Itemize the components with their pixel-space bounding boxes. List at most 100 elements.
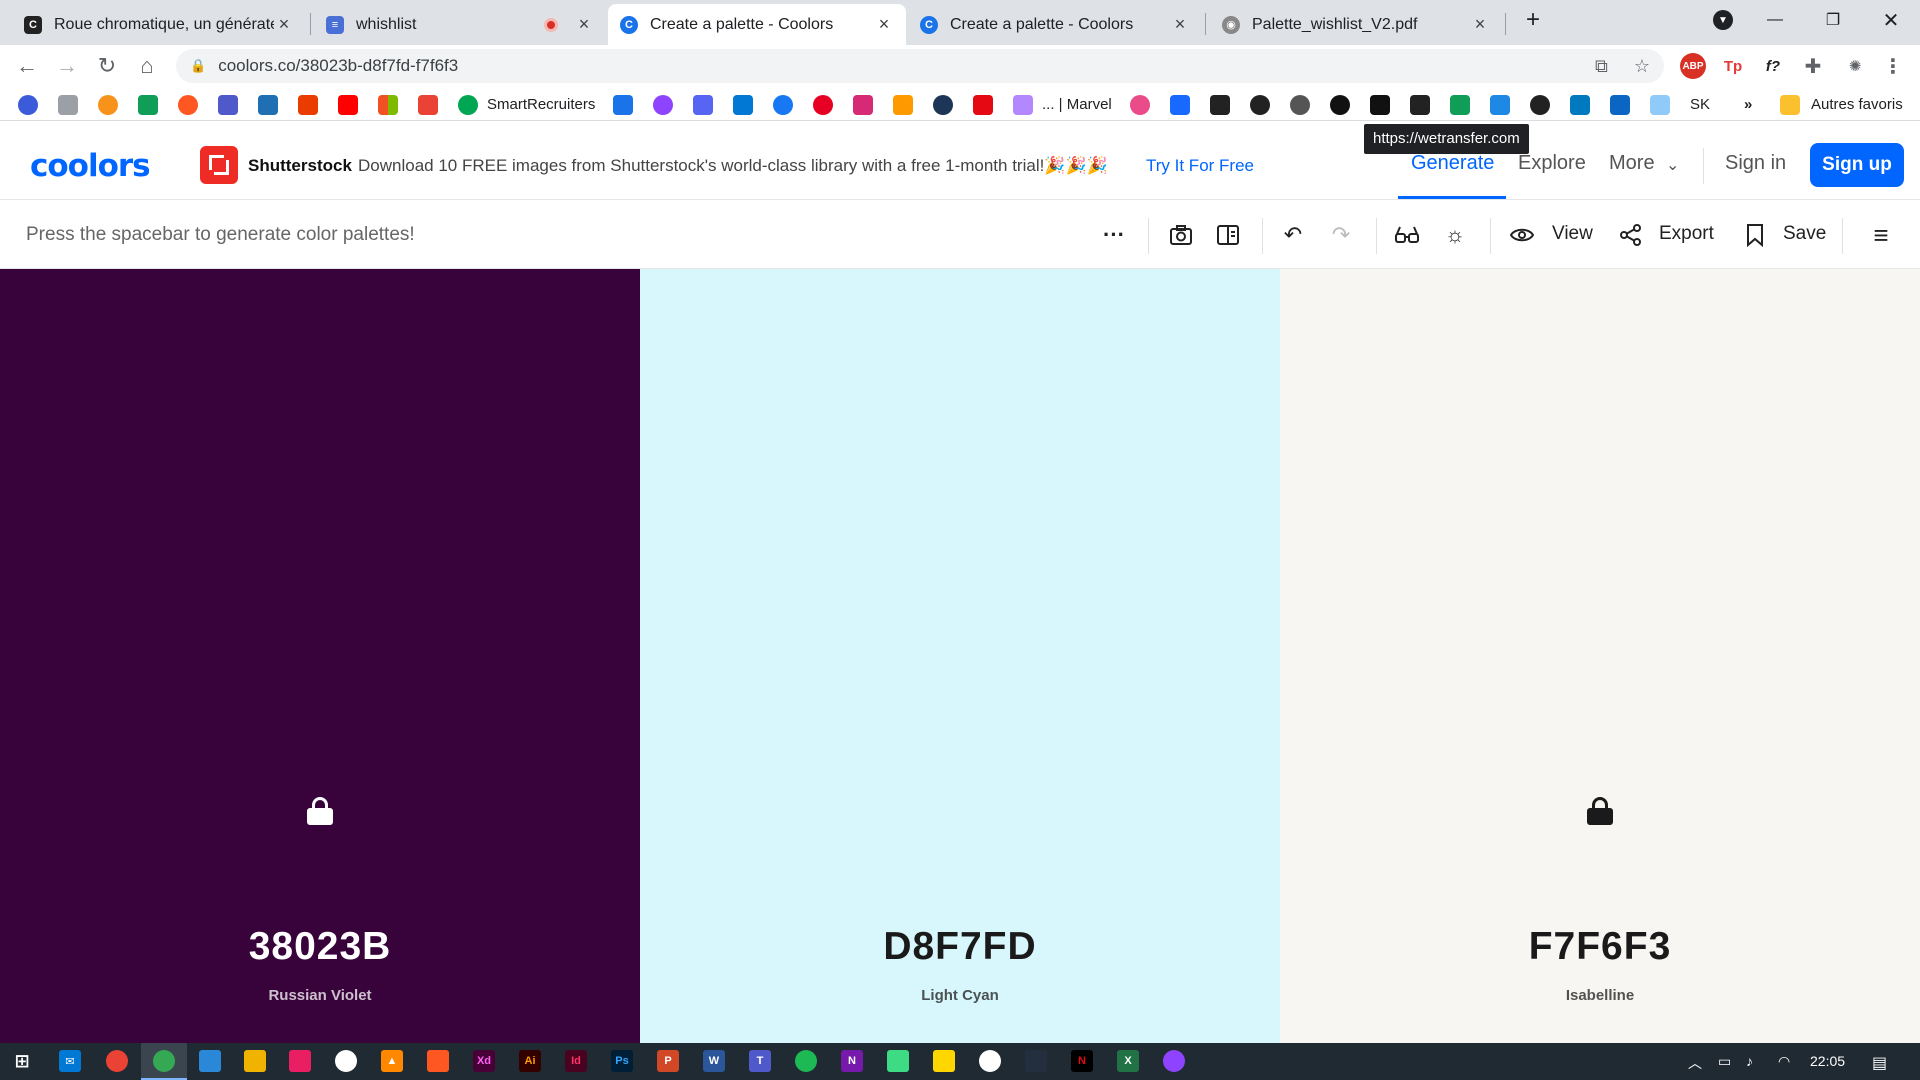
chevron-down-icon[interactable]: ⌄ — [1666, 155, 1679, 175]
excel-icon[interactable]: X — [1117, 1050, 1139, 1072]
linkedin-icon[interactable] — [1610, 95, 1630, 115]
nav-more[interactable]: More — [1609, 152, 1655, 175]
bookmark-sk[interactable]: SK — [1690, 96, 1710, 113]
office-icon[interactable] — [298, 95, 318, 115]
app-icon[interactable] — [887, 1050, 909, 1072]
nav-generate[interactable]: Generate — [1411, 152, 1494, 175]
undo-icon[interactable]: ↶ — [1278, 220, 1308, 250]
pinterest-icon[interactable] — [813, 95, 833, 115]
dribbble-icon[interactable] — [1130, 95, 1150, 115]
share-icon[interactable] — [1616, 220, 1646, 250]
smartrecruiters-icon[interactable] — [458, 95, 478, 115]
chrome-icon[interactable] — [106, 1050, 128, 1072]
sign-in-link[interactable]: Sign in — [1725, 152, 1786, 175]
bookmark-icon[interactable] — [1410, 95, 1430, 115]
brightness-icon[interactable]: ☼ — [1440, 220, 1470, 250]
camera-icon[interactable] — [1166, 220, 1196, 250]
notifications-icon[interactable]: ▤ — [1872, 1053, 1887, 1073]
instagram-icon[interactable] — [853, 95, 873, 115]
behance-icon[interactable] — [1170, 95, 1190, 115]
etu-icon[interactable] — [1370, 95, 1390, 115]
hex-code[interactable]: F7F6F3 — [1280, 925, 1920, 969]
close-icon[interactable]: × — [274, 14, 294, 35]
nav-explore[interactable]: Explore — [1518, 152, 1586, 175]
amazon-icon[interactable] — [893, 95, 913, 115]
bitcoin-icon[interactable] — [98, 95, 118, 115]
play-icon[interactable] — [933, 95, 953, 115]
browser-tab-active[interactable]: C Create a palette - Coolors × — [608, 4, 906, 45]
promo-cta-link[interactable]: Try It For Free — [1146, 156, 1254, 176]
illustrator-icon[interactable]: Ai — [519, 1050, 541, 1072]
browser-tab[interactable]: C Create a palette - Coolors × — [908, 4, 1202, 45]
app-icon[interactable] — [199, 1050, 221, 1072]
volume-icon[interactable]: ♪ — [1746, 1053, 1753, 1069]
mail-icon[interactable]: ✉ — [59, 1050, 81, 1072]
chrome-icon[interactable] — [153, 1050, 175, 1072]
extensions-puzzle-icon[interactable]: ✚ — [1800, 53, 1826, 79]
netflix-icon[interactable] — [973, 95, 993, 115]
globe-icon[interactable] — [1250, 95, 1270, 115]
color-swatch[interactable]: D8F7FD Light Cyan — [640, 269, 1280, 1043]
close-icon[interactable]: × — [874, 14, 894, 35]
new-tab-button[interactable]: + — [1510, 0, 1556, 40]
sticky-notes-icon[interactable] — [933, 1050, 955, 1072]
promo-brand[interactable]: Shutterstock — [248, 156, 352, 176]
teams-icon[interactable] — [218, 95, 238, 115]
home-icon[interactable]: ⌂ — [132, 51, 162, 81]
save-button[interactable]: Save — [1783, 223, 1826, 245]
bookmark-icon[interactable] — [1290, 95, 1310, 115]
shutterstock-logo-icon[interactable] — [200, 146, 238, 184]
wetransfer-icon[interactable] — [1330, 95, 1350, 115]
layout-columns-icon[interactable] — [1213, 220, 1243, 250]
translate-icon[interactable]: ⧉ — [1595, 56, 1608, 77]
lock-icon[interactable] — [307, 797, 333, 825]
close-icon[interactable]: × — [1470, 14, 1490, 35]
coolors-logo[interactable]: coolors — [30, 148, 151, 184]
glasses-icon[interactable] — [1392, 220, 1422, 250]
trello-icon[interactable] — [1570, 95, 1590, 115]
url-text[interactable]: coolors.co/38023b-d8f7fd-f7f6f3 — [218, 56, 458, 76]
bookmark-other[interactable]: Autres favoris — [1811, 96, 1903, 113]
tp-extension-icon[interactable]: Tp — [1720, 53, 1746, 79]
address-bar[interactable]: 🔒 coolors.co/38023b-d8f7fd-f7f6f3 ⧉ ☆ — [176, 49, 1664, 83]
close-icon[interactable]: × — [1170, 14, 1190, 35]
app-icon[interactable] — [289, 1050, 311, 1072]
messenger-icon[interactable] — [653, 95, 673, 115]
minimize-button[interactable]: — — [1752, 0, 1798, 40]
bookmark-smartrecruiters[interactable]: SmartRecruiters — [487, 96, 595, 113]
youtube-icon[interactable] — [338, 95, 358, 115]
drive-icon[interactable] — [138, 95, 158, 115]
hex-code[interactable]: D8F7FD — [640, 925, 1280, 969]
windows-start-icon[interactable]: ⊞ — [11, 1050, 33, 1072]
bookmark-star-icon[interactable]: ☆ — [1634, 56, 1650, 77]
netflix-icon[interactable]: N — [1071, 1050, 1093, 1072]
export-button[interactable]: Export — [1659, 223, 1714, 245]
bookmark-icon[interactable] — [18, 95, 38, 115]
facebook-icon[interactable] — [773, 95, 793, 115]
tab-search-icon[interactable]: ▼ — [1700, 0, 1746, 40]
bookmark-icon[interactable] — [1740, 220, 1770, 250]
hamburger-menu-icon[interactable]: ≡ — [1866, 220, 1896, 250]
bookmark-icon[interactable] — [258, 95, 278, 115]
back-arrow-icon[interactable]: ← — [12, 51, 42, 81]
drive-icon[interactable] — [1450, 95, 1470, 115]
discord-icon[interactable] — [693, 95, 713, 115]
eye-icon[interactable] — [1507, 220, 1537, 250]
info-icon[interactable] — [613, 95, 633, 115]
indesign-icon[interactable]: Id — [565, 1050, 587, 1072]
color-swatch[interactable]: 38023B Russian Violet — [0, 269, 640, 1043]
app-icon[interactable] — [427, 1050, 449, 1072]
battery-icon[interactable]: ▭ — [1718, 1053, 1731, 1070]
color-swatch[interactable]: F7F6F3 Isabelline — [1280, 269, 1920, 1043]
prime-video-icon[interactable] — [1025, 1050, 1047, 1072]
hex-code[interactable]: 38023B — [0, 925, 640, 969]
close-window-button[interactable]: ✕ — [1868, 0, 1914, 40]
browser-tab[interactable]: C Roue chromatique, un générateur × — [12, 4, 306, 45]
bookmark-marvel[interactable]: ... | Marvel — [1042, 96, 1112, 113]
sign-up-button[interactable]: Sign up — [1810, 143, 1904, 187]
outlook-icon[interactable] — [733, 95, 753, 115]
font-extension-icon[interactable]: f? — [1760, 53, 1786, 79]
marvel-icon[interactable] — [1013, 95, 1033, 115]
photoshop-icon[interactable]: Ps — [611, 1050, 633, 1072]
onenote-icon[interactable]: N — [841, 1050, 863, 1072]
